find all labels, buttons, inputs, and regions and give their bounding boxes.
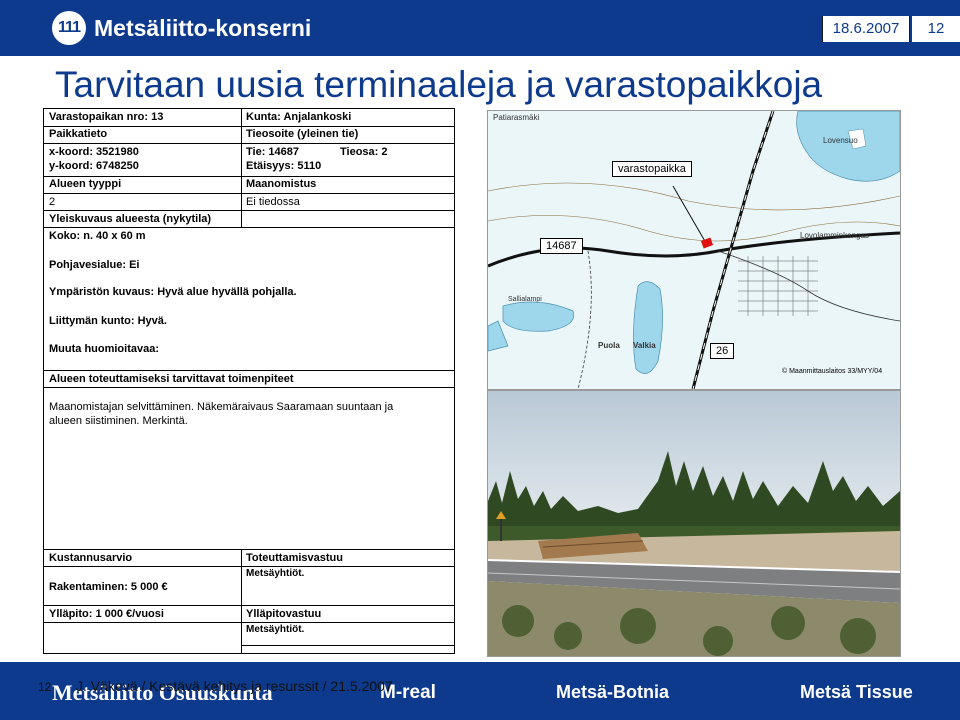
header-page-number: 12	[912, 16, 960, 42]
field-location-heading: Paikkatieto	[49, 128, 108, 140]
map-place-name: Puola	[598, 341, 620, 350]
footer-logo-metsa-tissue: Metsä Tissue	[800, 682, 913, 702]
lake-shape	[633, 281, 663, 374]
field-y-coordinate: y-koord: 6748250	[49, 160, 139, 172]
field-size: Koko: n. 40 x 60 m	[49, 230, 146, 242]
map-copyright: © Maanmittauslaitos 33/MYY/04	[782, 368, 883, 375]
map-place-name: Sallialampi	[508, 296, 542, 303]
form-column-divider	[241, 109, 242, 227]
map-label-road-26: 26	[710, 343, 735, 359]
form-rule	[44, 126, 454, 127]
field-road: Tie: 14687	[246, 146, 300, 158]
field-description-heading: Yleiskuvaus alueesta (nykytila)	[49, 213, 212, 225]
field-area-type-value: 2	[49, 196, 56, 208]
field-maintenance-value: Metsäyhtiöt.	[246, 624, 305, 635]
map-place-name: Valkia	[633, 341, 656, 350]
field-construction-cost: Rakentaminen: 5 000 €	[49, 581, 168, 593]
field-maintenance-cost: Ylläpito: 1 000 €/vuosi	[49, 608, 164, 620]
field-other-notes: Muuta huomioitavaa:	[49, 343, 160, 355]
form-rule	[44, 210, 454, 211]
field-area-type-heading: Alueen tyyppi	[49, 178, 122, 190]
form-rule	[44, 143, 454, 144]
map-place-name: Lovolamminkangas	[800, 231, 869, 240]
slide-title: Tarvitaan uusia terminaaleja ja varastop…	[55, 64, 823, 105]
form-rule	[241, 645, 454, 646]
footer-author-text: J. Väkevä / Kestävä kehitys ja resurssit…	[76, 678, 393, 694]
header-date: 18.6.2007	[822, 16, 910, 42]
field-ownership-value: Ei tiedossa	[246, 196, 300, 208]
site-photo-drawing	[488, 391, 900, 656]
field-municipality: Kunta: Anjalankoski	[246, 111, 352, 123]
footer-logo-metsa-botnia: Metsä-Botnia	[556, 682, 670, 702]
form-rule	[44, 227, 454, 228]
form-rule	[44, 387, 454, 388]
field-junction-condition: Liittymän kunto: Hyvä.	[49, 315, 167, 327]
form-rule	[44, 176, 454, 177]
form-rule	[44, 193, 454, 194]
field-x-coordinate: x-koord: 3521980	[49, 146, 139, 158]
field-ownership-heading: Maanomistus	[246, 178, 317, 190]
field-road-section: Tieosa: 2	[340, 146, 388, 158]
field-groundwater: Pohjavesialue: Ei	[49, 259, 140, 271]
map-label-storage-site: varastopaikka	[612, 161, 692, 177]
field-actions-line1: Maanomistajan selvittäminen. Näkemäraiva…	[49, 401, 394, 413]
map-place-name: Patiarasmäki	[493, 113, 540, 122]
header-bar: 111 Metsäliitto-konserni 18.6.2007 12	[0, 0, 960, 56]
form-rule	[44, 622, 454, 623]
field-distance: Etäisyys: 5110	[246, 160, 322, 172]
field-site-number: Varastopaikan nro: 13	[49, 111, 164, 123]
site-photo	[487, 390, 901, 657]
form-column-divider	[241, 549, 242, 653]
field-cost-estimate-heading: Kustannusarvio	[49, 552, 133, 564]
map-label-road-14687: 14687	[540, 238, 583, 254]
field-actions-heading: Alueen toteuttamiseksi tarvittavat toime…	[49, 373, 294, 385]
field-implementation-value: Metsäyhtiöt.	[246, 568, 305, 579]
logo-text: Metsäliitto-konserni	[94, 14, 312, 41]
form-rule	[44, 549, 454, 550]
footer-bar: Metsäliitto Osuuskunta M-real Metsä-Botn…	[0, 662, 960, 720]
footer-page-number: 12	[38, 680, 52, 694]
field-road-address-heading: Tieosoite (yleinen tie)	[246, 128, 359, 140]
location-map: varastopaikka 14687 26 Patiarasmäki Lovo…	[487, 110, 901, 390]
field-environment: Ympäristön kuvaus: Hyvä alue hyvällä poh…	[49, 286, 297, 298]
form-rule	[44, 370, 454, 371]
form-rule	[44, 566, 454, 567]
storage-site-form: Varastopaikan nro: 13 Paikkatieto x-koor…	[43, 108, 455, 654]
field-implementation-heading: Toteuttamisvastuu	[246, 552, 343, 564]
map-place-name: Lovensuo	[823, 136, 858, 145]
field-maintenance-heading: Ylläpitovastuu	[246, 608, 322, 620]
form-rule	[44, 605, 454, 606]
logo-mark: 111	[52, 11, 86, 45]
company-logo: 111 Metsäliitto-konserni	[52, 10, 311, 46]
field-actions-line2: alueen siistiminen. Merkintä.	[49, 415, 188, 427]
